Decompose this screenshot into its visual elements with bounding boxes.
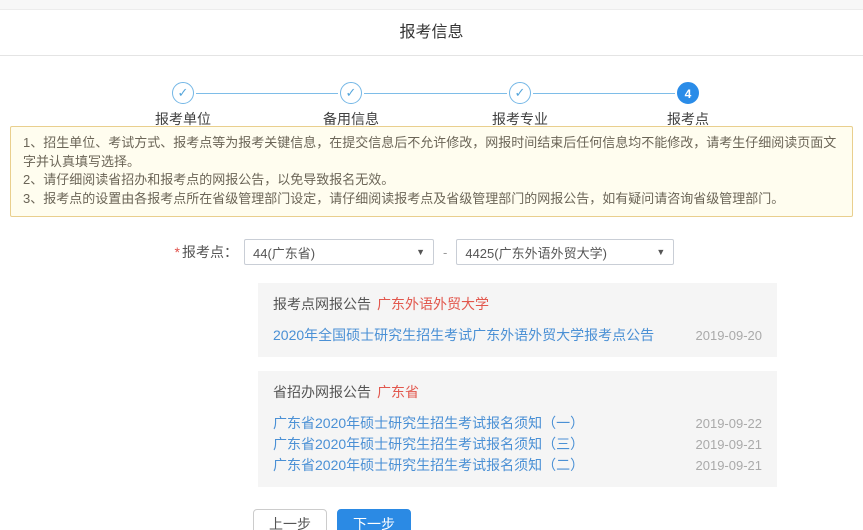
announcement-date: 2019-09-20 — [695, 328, 763, 343]
announcement-link[interactable]: 广东省2020年硕士研究生招生考试报名须知（三） — [273, 436, 584, 453]
step-item-unit: ✓ 报考单位 — [155, 82, 211, 129]
announcement-item: 广东省2020年硕士研究生招生考试报名须知（一） 2019-09-22 — [273, 415, 762, 432]
announcement-date: 2019-09-22 — [695, 416, 763, 431]
announcement-header: 省招办网报公告 广东省 — [273, 382, 762, 402]
announcement-header-highlight: 广东外语外贸大学 — [377, 296, 489, 312]
announcement-header-highlight: 广东省 — [377, 384, 419, 400]
step-connector — [196, 93, 338, 94]
step-label: 报考专业 — [492, 111, 548, 127]
announcement-item: 广东省2020年硕士研究生招生考试报名须知（二） 2019-09-21 — [273, 457, 762, 474]
top-strip — [0, 0, 863, 10]
chevron-down-icon: ▼ — [416, 247, 425, 257]
check-icon: ✓ — [509, 82, 531, 104]
announcement-header-prefix: 省招办网报公告 — [273, 384, 371, 400]
form-actions: 上一步 下一步 — [253, 509, 863, 530]
step-connector — [364, 93, 507, 94]
exam-site-form-row: * 报考点： 44(广东省) ▼ - 4425(广东外语外贸大学) ▼ — [0, 239, 863, 265]
announcement-item: 2020年全国硕士研究生招生考试广东外语外贸大学报考点公告 2019-09-20 — [273, 327, 762, 344]
notice-box: 1、招生单位、考试方式、报考点等为报考关键信息，在提交信息后不允许修改，网报时间… — [10, 126, 853, 217]
announcement-link[interactable]: 广东省2020年硕士研究生招生考试报名须知（二） — [273, 457, 584, 474]
page-title: 报考信息 — [0, 10, 863, 56]
province-select[interactable]: 44(广东省) ▼ — [244, 239, 434, 265]
step-item-backup-info: ✓ 备用信息 — [323, 82, 379, 129]
step-indicator: ✓ 报考单位 ✓ 备用信息 ✓ 报考专业 4 报考点 — [0, 56, 863, 129]
announcement-link[interactable]: 2020年全国硕士研究生招生考试广东外语外贸大学报考点公告 — [273, 327, 654, 344]
step-label: 报考单位 — [155, 111, 211, 127]
announcement-link[interactable]: 广东省2020年硕士研究生招生考试报名须知（一） — [273, 415, 584, 432]
step-connector — [533, 93, 675, 94]
announcement-date: 2019-09-21 — [695, 458, 763, 473]
step-label: 备用信息 — [323, 111, 379, 127]
check-icon: ✓ — [172, 82, 194, 104]
step-item-exam-site: 4 报考点 — [667, 82, 709, 129]
step-item-major: ✓ 报考专业 — [492, 82, 548, 129]
notice-line: 3、报考点的设置由各报考点所在省级管理部门设定，请仔细阅读报考点及省级管理部门的… — [23, 190, 785, 206]
exam-site-announcement-box: 报考点网报公告 广东外语外贸大学 2020年全国硕士研究生招生考试广东外语外贸大学… — [258, 283, 777, 357]
provincial-announcement-box: 省招办网报公告 广东省 广东省2020年硕士研究生招生考试报名须知（一） 2019… — [258, 371, 777, 487]
announcement-header: 报考点网报公告 广东外语外贸大学 — [273, 294, 762, 314]
required-asterisk: * — [174, 244, 180, 260]
check-icon: ✓ — [340, 82, 362, 104]
announcement-header-prefix: 报考点网报公告 — [273, 296, 371, 312]
step-label: 报考点 — [667, 111, 709, 127]
exam-site-label: * 报考点： — [0, 242, 238, 262]
notice-line: 2、请仔细阅读省招办和报考点的网报公告，以免导致报名无效。 — [23, 172, 395, 187]
step-number-badge: 4 — [677, 82, 699, 104]
exam-site-select[interactable]: 4425(广东外语外贸大学) ▼ — [456, 239, 675, 265]
chevron-down-icon: ▼ — [656, 247, 666, 257]
notice-line: 1、招生单位、考试方式、报考点等为报考关键信息，在提交信息后不允许修改，网报时间… — [23, 135, 837, 169]
exam-site-select-value: 4425(广东外语外贸大学) — [465, 245, 607, 261]
province-select-value: 44(广东省) — [253, 245, 316, 261]
announcements-section: 报考点网报公告 广东外语外贸大学 2020年全国硕士研究生招生考试广东外语外贸大学… — [258, 283, 777, 487]
previous-step-button[interactable]: 上一步 — [253, 509, 327, 530]
select-separator: - — [443, 244, 448, 260]
announcement-date: 2019-09-21 — [695, 437, 763, 452]
announcement-item: 广东省2020年硕士研究生招生考试报名须知（三） 2019-09-21 — [273, 436, 762, 453]
next-step-button[interactable]: 下一步 — [337, 509, 411, 530]
field-label-text: 报考点： — [182, 244, 238, 260]
